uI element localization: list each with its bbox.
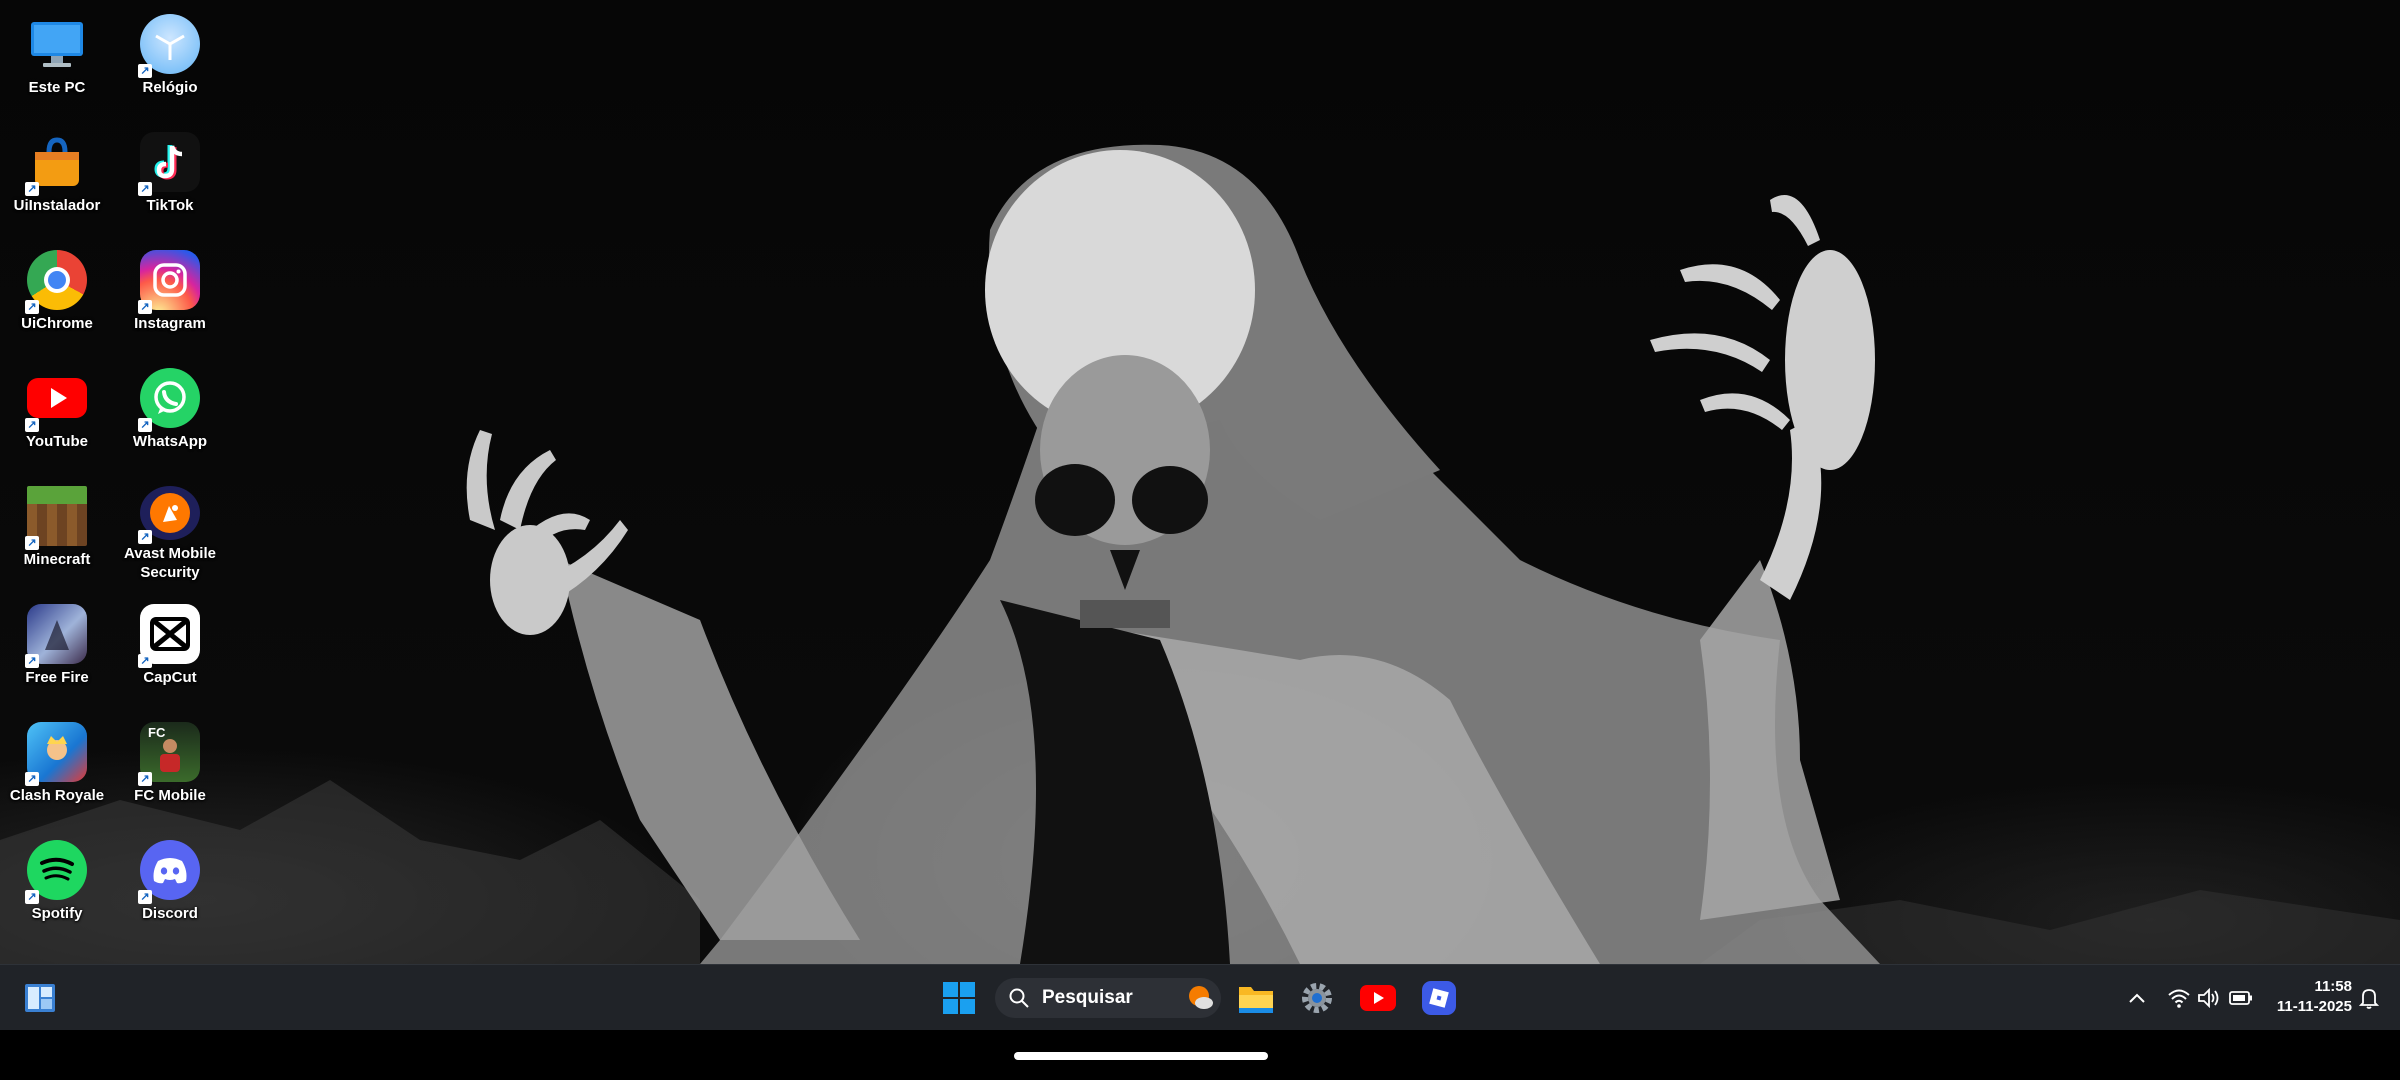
shortcut-arrow-icon: ↗	[138, 182, 152, 196]
desktop-icon-label: Clash Royale	[9, 787, 105, 804]
desktop-icon-label: Avast Mobile Security	[124, 545, 216, 581]
bell-icon	[2359, 989, 2379, 1009]
search-icon	[1009, 988, 1029, 1008]
desktop-icon-minecraft[interactable]: ↗ Minecraft	[0, 472, 114, 582]
search-box[interactable]: Pesquisar	[995, 978, 1221, 1018]
desktop-icon-label: UiInstalador	[13, 197, 101, 214]
spotify-icon: ↗	[25, 840, 87, 904]
youtube-icon	[1360, 985, 1396, 1011]
taskbar-settings[interactable]	[1297, 978, 1337, 1018]
clock-date: 11-11-2025	[2276, 998, 2352, 1015]
desktop-icon-capcut[interactable]: ↗ CapCut	[113, 590, 227, 700]
shortcut-arrow-icon: ↗	[138, 300, 152, 314]
shortcut-arrow-icon: ↗	[25, 654, 39, 668]
desktop-icon-discord[interactable]: ↗ Discord	[113, 826, 227, 936]
roblox-icon	[1422, 981, 1456, 1015]
monitor-icon	[27, 14, 87, 74]
capcut-icon: ↗	[138, 604, 200, 668]
installer-icon: ↗	[25, 132, 87, 196]
desktop-icon-label: CapCut	[143, 669, 197, 686]
instagram-icon: ↗	[138, 250, 200, 314]
taskbar: Pesquisar 11:58 11-11-2025	[0, 964, 2400, 1031]
shortcut-arrow-icon: ↗	[25, 772, 39, 786]
start-button[interactable]	[939, 978, 979, 1018]
desktop-icon-label: Spotify	[31, 905, 83, 922]
settings-icon	[1302, 983, 1332, 1013]
desktop-icon-clash-royale[interactable]: ↗ Clash Royale	[0, 708, 114, 818]
desktop-icon-label: TikTok	[146, 197, 194, 214]
taskbar-youtube[interactable]	[1358, 978, 1398, 1018]
desktop-icon-uichrome[interactable]: ↗ UiChrome	[0, 236, 114, 346]
shortcut-arrow-icon: ↗	[138, 418, 152, 432]
desktop-icon-spotify[interactable]: ↗ Spotify	[0, 826, 114, 936]
desktop-icon-label: Instagram	[134, 315, 206, 332]
shortcut-arrow-icon: ↗	[25, 182, 39, 196]
tiktok-icon: ↗	[138, 132, 200, 196]
desktop-icon-instagram[interactable]: ↗ Instagram	[113, 236, 227, 346]
desktop-icon-avast[interactable]: ↗ Avast Mobile Security	[113, 472, 227, 582]
shortcut-arrow-icon: ↗	[138, 530, 152, 544]
whatsapp-icon: ↗	[138, 368, 200, 432]
desktop-icon-free-fire[interactable]: ↗ Free Fire	[0, 590, 114, 700]
free-fire-icon: ↗	[25, 604, 87, 668]
minecraft-icon: ↗	[25, 486, 87, 550]
show-hidden-icons-button[interactable]	[2124, 985, 2150, 1011]
chevron-up-icon	[2129, 993, 2145, 1003]
desktop-icon-relogio[interactable]: ↗ Relógio	[113, 0, 227, 110]
desktop-icon-tiktok[interactable]: ↗ TikTok	[113, 118, 227, 228]
desktop-icon-label: FC Mobile	[134, 787, 206, 804]
shortcut-arrow-icon: ↗	[25, 418, 39, 432]
notifications-button[interactable]	[2356, 985, 2382, 1011]
desktop-icon-label: Minecraft	[23, 551, 91, 568]
clock-time: 11:58	[2314, 978, 2352, 995]
battery-status[interactable]	[2228, 985, 2254, 1011]
shortcut-arrow-icon: ↗	[25, 536, 39, 550]
desktop-icon-label: Discord	[142, 905, 198, 922]
desktop-icon-este-pc[interactable]: Este PC	[0, 0, 114, 110]
file-explorer-icon	[1239, 987, 1273, 1013]
clash-royale-icon: ↗	[25, 722, 87, 786]
taskbar-file-explorer[interactable]	[1236, 978, 1276, 1018]
discord-icon: ↗	[138, 840, 200, 904]
wifi-icon	[2168, 989, 2190, 1008]
widgets-icon	[25, 984, 55, 1012]
fc-mobile-icon: FC ↗	[138, 722, 200, 786]
volume-control[interactable]	[2196, 985, 2222, 1011]
desktop-icon-label: WhatsApp	[132, 433, 208, 450]
shortcut-arrow-icon: ↗	[25, 300, 39, 314]
desktop-icon-label: Relógio	[142, 79, 198, 96]
shortcut-arrow-icon: ↗	[25, 890, 39, 904]
wifi-status[interactable]	[2166, 985, 2192, 1011]
taskbar-clock[interactable]: 11:58 11-11-2025	[2270, 977, 2352, 1017]
windows-logo-icon	[943, 982, 975, 1014]
desktop-icon-label: UiChrome	[21, 315, 93, 332]
battery-icon	[2229, 991, 2252, 1005]
clock-icon: ↗	[138, 14, 200, 78]
desktop-icon-label: YouTube	[26, 433, 88, 450]
youtube-icon: ↗	[25, 368, 87, 432]
shortcut-arrow-icon: ↗	[138, 890, 152, 904]
avast-icon: ↗	[138, 486, 200, 544]
desktop-icon-youtube[interactable]: ↗ YouTube	[0, 354, 114, 464]
widgets-button[interactable]	[20, 978, 60, 1018]
home-gesture-handle[interactable]	[1014, 1052, 1268, 1060]
desktop-icon-whatsapp[interactable]: ↗ WhatsApp	[113, 354, 227, 464]
shortcut-arrow-icon: ↗	[138, 64, 152, 78]
fc-badge-text: FC	[148, 725, 166, 740]
search-label: Pesquisar	[1042, 987, 1133, 1008]
weather-sun-icon	[1189, 986, 1213, 1009]
chrome-icon: ↗	[25, 250, 87, 314]
taskbar-roblox[interactable]	[1419, 978, 1459, 1018]
desktop-icon-uiinstalador[interactable]: ↗ UiInstalador	[0, 118, 114, 228]
desktop-wallpaper	[0, 0, 2400, 964]
gesture-navigation-bar	[0, 1030, 2400, 1080]
desktop-icon-fc-mobile[interactable]: FC ↗ FC Mobile	[113, 708, 227, 818]
speaker-icon	[2198, 988, 2219, 1008]
desktop-icon-label: Este PC	[28, 79, 86, 96]
shortcut-arrow-icon: ↗	[138, 772, 152, 786]
shortcut-arrow-icon: ↗	[138, 654, 152, 668]
desktop-icon-label: Free Fire	[25, 669, 89, 686]
